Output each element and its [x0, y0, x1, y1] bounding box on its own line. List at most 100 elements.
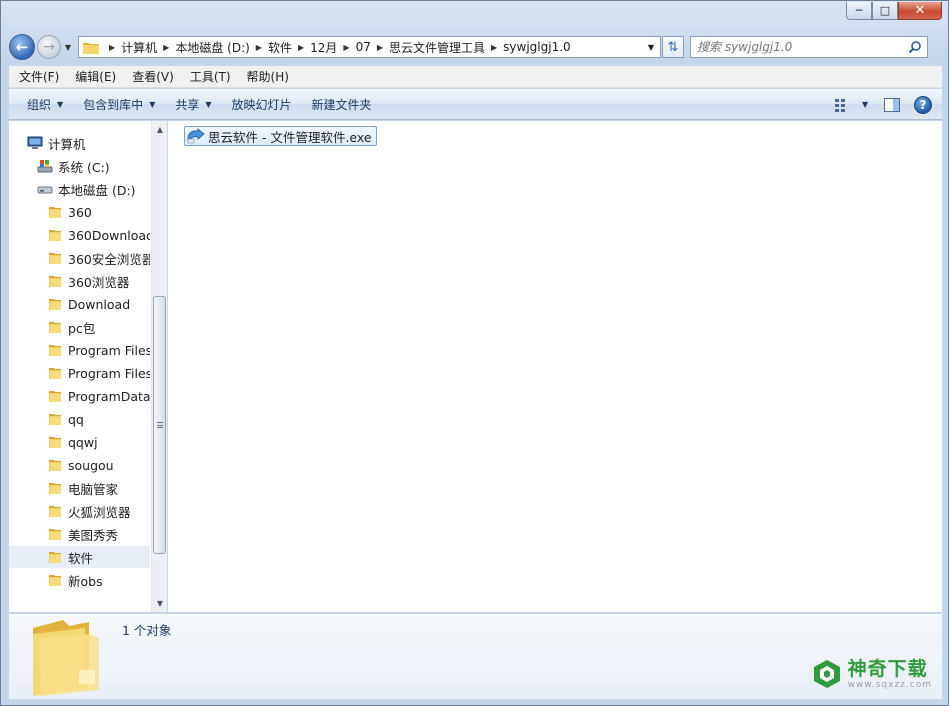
preview-pane-button[interactable]	[884, 97, 900, 112]
close-button[interactable]: ✕	[898, 2, 942, 20]
breadcrumb-item[interactable]: 软件	[268, 39, 292, 56]
menu-item[interactable]: 查看(V)	[124, 68, 182, 85]
tree-item-label: ProgramData	[68, 388, 150, 404]
watermark-logo-icon	[813, 660, 840, 688]
share-label: 共享	[175, 97, 200, 112]
file-item[interactable]: 思云软件 - 文件管理软件.exe	[184, 126, 377, 146]
menu-bar: 文件(F) 编辑(E) 查看(V) 工具(T) 帮助(H)	[9, 66, 942, 88]
arrow-right-icon: →	[43, 39, 55, 55]
recent-pages-button[interactable]: ▼	[62, 43, 74, 52]
menu-item[interactable]: 编辑(E)	[67, 68, 124, 85]
maximize-icon: □	[879, 4, 891, 17]
preview-pane-icon	[884, 97, 900, 112]
chevron-up-icon: ▲	[156, 125, 164, 134]
slideshow-button[interactable]: 放映幻灯片	[222, 89, 302, 119]
folder-icon	[49, 460, 61, 471]
tree-item[interactable]: Program Files	[9, 362, 150, 384]
breadcrumb-item[interactable]: 07	[356, 40, 371, 54]
chevron-down-icon: ▼	[57, 99, 64, 109]
breadcrumb-separator-icon[interactable]: ▶	[298, 43, 304, 52]
back-button[interactable]: ←	[9, 34, 35, 60]
tree-item[interactable]: 360浏览器	[9, 270, 150, 292]
tree-item-label: 360浏览器	[68, 274, 130, 290]
share-button[interactable]: 共享 ▼	[165, 89, 221, 119]
organize-button[interactable]: 组织 ▼	[17, 89, 73, 119]
menu-item[interactable]: 帮助(H)	[239, 68, 297, 85]
breadcrumb-separator-icon[interactable]: ▶	[491, 43, 497, 52]
tree-item[interactable]: qqwj	[9, 431, 150, 453]
tree-item[interactable]: 电脑管家	[9, 477, 150, 499]
tree-item[interactable]: qq	[9, 408, 150, 430]
breadcrumb-item[interactable]: sywjglgj1.0	[503, 40, 571, 54]
breadcrumb-separator-icon[interactable]: ▶	[377, 43, 383, 52]
refresh-button[interactable]: ⇅	[662, 36, 684, 58]
search-box[interactable]	[690, 36, 928, 58]
item-count: 1 个对象	[122, 623, 172, 638]
breadcrumb-item[interactable]: 计算机	[121, 39, 157, 56]
search-input[interactable]	[697, 40, 897, 54]
tree-scrollbar[interactable]: ▲ ▼	[151, 121, 167, 612]
tree-item[interactable]: 计算机	[9, 132, 150, 154]
folder-icon	[49, 483, 61, 494]
scroll-down-button[interactable]: ▼	[152, 595, 168, 612]
maximize-button[interactable]: □	[872, 2, 898, 20]
folder-icon	[49, 552, 61, 563]
folder-icon	[49, 299, 61, 310]
tree-item[interactable]: 360安全浏览器	[9, 247, 150, 269]
tree-item[interactable]: 软件	[9, 546, 150, 568]
folder-icon	[49, 437, 61, 448]
navigation-pane: 计算机 系统 (C:) 本地磁盘 (D:) 360 360Download 360安全浏览…	[9, 121, 167, 612]
chevron-down-icon: ▼	[205, 99, 212, 109]
tree-item-label: 360	[68, 204, 92, 220]
forward-button[interactable]: →	[37, 35, 61, 59]
tree-item[interactable]: 火狐浏览器	[9, 500, 150, 522]
address-dropdown-button[interactable]: ▼	[644, 37, 658, 57]
scroll-thumb[interactable]	[153, 296, 166, 554]
menu-item[interactable]: 工具(T)	[182, 68, 239, 85]
breadcrumb-separator-icon[interactable]: ▶	[343, 43, 349, 52]
breadcrumb-separator-icon[interactable]: ▶	[256, 43, 262, 52]
watermark: 神奇下载 www.sqxzz.com	[812, 658, 932, 690]
tree-item[interactable]: 系统 (C:)	[9, 155, 150, 177]
file-list[interactable]: 思云软件 - 文件管理软件.exe	[168, 121, 942, 612]
tree-item-label: 360安全浏览器	[68, 251, 150, 267]
caption-buttons: ─ □ ✕	[846, 2, 942, 20]
tree-item[interactable]: 本地磁盘 (D:)	[9, 178, 150, 200]
tree-item[interactable]: 360Download	[9, 224, 150, 246]
chevron-down-icon: ▼	[647, 42, 655, 52]
tree-item-label: 新obs	[68, 573, 103, 589]
tree-item[interactable]: 美图秀秀	[9, 523, 150, 545]
tree-item[interactable]: 新obs	[9, 569, 150, 591]
minimize-button[interactable]: ─	[846, 2, 872, 20]
tree-item-label: Program Files	[68, 342, 150, 358]
address-bar[interactable]: ▶ 计算机 ▶ 本地磁盘 (D:) ▶ 软件 ▶ 12月 ▶ 07 ▶ 思云文件管理工具 ▶ sywjg…	[78, 36, 661, 58]
close-icon: ✕	[914, 3, 926, 18]
tree-item[interactable]: ProgramData	[9, 385, 150, 407]
breadcrumb-item[interactable]: 12月	[310, 39, 337, 56]
include-in-library-label: 包含到库中	[83, 97, 144, 112]
tree-item[interactable]: pc包	[9, 316, 150, 338]
search-icon[interactable]	[908, 40, 922, 54]
new-folder-button[interactable]: 新建文件夹	[302, 89, 382, 119]
breadcrumb-item[interactable]: 思云文件管理工具	[389, 39, 485, 56]
include-in-library-button[interactable]: 包含到库中 ▼	[73, 89, 165, 119]
tree-item[interactable]: Program Files	[9, 339, 150, 361]
breadcrumb-separator-icon[interactable]: ▶	[109, 43, 115, 52]
help-button[interactable]: ?	[914, 95, 932, 114]
folder-icon	[83, 42, 99, 54]
tree-item[interactable]: Download	[9, 293, 150, 315]
folder-icon	[49, 253, 61, 264]
folder-icon	[49, 322, 61, 333]
tree-item-label: Download	[68, 296, 131, 312]
chevron-down-icon: ▼	[156, 599, 164, 608]
scroll-up-button[interactable]: ▲	[152, 121, 168, 138]
change-view-button[interactable]: ▼	[834, 98, 870, 112]
menu-item[interactable]: 文件(F)	[11, 68, 67, 85]
breadcrumb-item[interactable]: 本地磁盘 (D:)	[175, 39, 249, 56]
tree-item[interactable]: sougou	[9, 454, 150, 476]
tree-item-label: 本地磁盘 (D:)	[58, 182, 136, 198]
breadcrumb-separator-icon[interactable]: ▶	[163, 43, 169, 52]
tree-item-label: 电脑管家	[68, 481, 119, 497]
tree-item[interactable]: 360	[9, 201, 150, 223]
navigation-row: ← → ▼ ▶ 计算机 ▶ 本地磁盘 (D:) ▶ 软件 ▶ 12月 ▶ 07 ▶ 思云文件管理工具…	[9, 33, 942, 61]
